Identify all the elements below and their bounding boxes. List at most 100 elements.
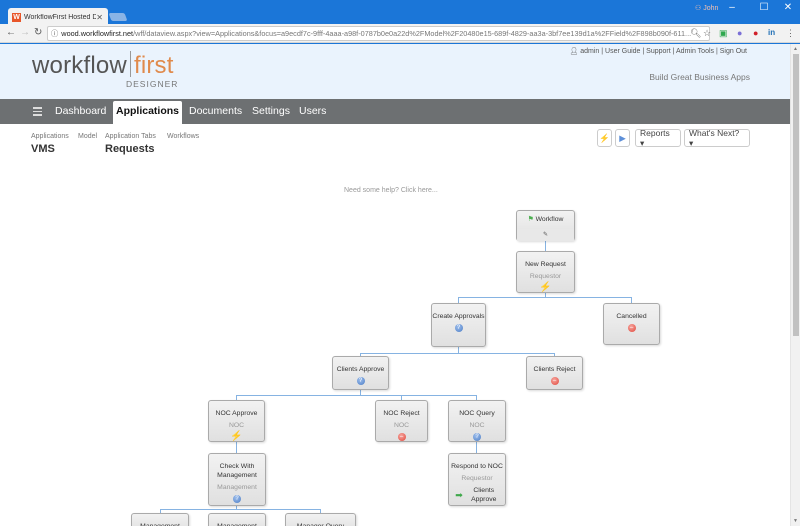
vertical-scrollbar[interactable]: ▲ ▼ [790, 44, 800, 526]
workflow-node[interactable]: NOC Query NOC? [448, 400, 506, 442]
crumb-model[interactable]: Model [78, 133, 97, 140]
scroll-thumb[interactable] [793, 54, 799, 336]
node-title: Manager Query [286, 522, 355, 526]
node-title: Management [132, 522, 188, 526]
node-title: Clients Approve [336, 366, 385, 373]
workflow-node[interactable]: ⚑ Workflow ✎ [516, 210, 575, 241]
node-role: Management [217, 484, 257, 491]
menu-kebab-icon[interactable]: ⋮ [786, 28, 795, 39]
node-title: NOC Approve [215, 410, 258, 417]
close-window-button[interactable]: ✕ [776, 2, 800, 13]
goto-arrow-icon: ➡ [455, 489, 463, 500]
record-extension-icon[interactable]: ● [753, 28, 758, 38]
linkedin-icon[interactable]: in [768, 28, 775, 37]
stop-icon: – [627, 324, 636, 332]
connector-line [236, 395, 476, 396]
flag-icon: ⚑ [527, 216, 536, 223]
page: workflow first DESIGNER 👤︎ admin | User G… [0, 44, 790, 526]
question-icon: ? [473, 433, 481, 441]
workflow-node[interactable]: NOC Reject NOC – [375, 400, 428, 442]
nav-applications[interactable]: Applications [113, 101, 183, 124]
play-icon: ▶ [619, 132, 626, 143]
logo[interactable]: workflow first [32, 51, 174, 80]
zoom-icon[interactable]: 🔍︎ [690, 28, 701, 39]
stop-icon: – [550, 377, 559, 385]
tagline: Build Great Business Apps [649, 72, 750, 82]
connector-line [360, 353, 555, 354]
reload-icon[interactable]: ↻ [34, 27, 42, 38]
back-arrow-icon[interactable]: ← [6, 27, 16, 38]
crumb-workflows[interactable]: Workflows [167, 133, 199, 140]
support-link[interactable]: Support [646, 48, 671, 55]
new-tab-button[interactable] [108, 13, 128, 21]
workflow-node[interactable]: Check With Management Management? [208, 453, 266, 506]
workflow-node[interactable]: Management [208, 513, 266, 526]
top-links: 👤︎ admin | User Guide | Support | Admin … [569, 48, 747, 55]
workflow-node[interactable]: Clients Reject – [526, 356, 583, 390]
add-workflow-button[interactable]: ⚡ [597, 129, 612, 147]
workflow-node[interactable]: Create Approvals? [431, 303, 486, 347]
user-icon: 👤︎ [569, 48, 579, 55]
admin-tools-link[interactable]: Admin Tools [676, 48, 714, 55]
crumb-applications[interactable]: Applications [31, 133, 69, 140]
node-title: New Request [525, 261, 566, 268]
info-icon[interactable]: ⓘ [51, 29, 58, 38]
logo-subtitle: DESIGNER [126, 79, 179, 89]
goto-row: ➡ Clients Approve [449, 486, 505, 504]
scroll-up-icon[interactable]: ▲ [793, 46, 798, 52]
profile-user[interactable]: ⚇ John [695, 4, 718, 12]
title-bar: W WorkflowFirst Hosted De ✕ ⚇ John – ☐ ✕ [0, 0, 800, 26]
node-role: Requestor [529, 273, 562, 280]
workflow-node[interactable]: Cancelled – [603, 303, 660, 345]
nav-documents[interactable]: Documents [189, 99, 242, 124]
lightning-add-icon: ⚡ [599, 132, 610, 143]
workflow-node[interactable]: Respond to NOC Requestor ➡ Clients Approve [448, 453, 506, 506]
node-title: Clients Reject [533, 366, 576, 373]
close-tab-icon[interactable]: ✕ [96, 13, 103, 22]
user-icon: ⚇ [695, 5, 704, 12]
nav-users[interactable]: Users [299, 99, 326, 124]
edit-icon: ✎ [517, 229, 574, 241]
workflowfirst-favicon-icon: W [12, 12, 21, 22]
workflow-node[interactable]: New Request Requestor ⚡ [516, 251, 575, 293]
node-title: Cancelled [616, 313, 647, 320]
crumb-application-tabs[interactable]: Application Tabs [105, 133, 156, 140]
scroll-down-icon[interactable]: ▼ [793, 518, 798, 524]
node-title: NOC Reject [383, 410, 420, 417]
question-icon: ? [233, 495, 241, 503]
node-role: Requestor [461, 475, 493, 482]
node-title: Create Approvals [432, 313, 485, 320]
whats-next-dropdown[interactable]: What's Next? ▾ [684, 128, 750, 148]
forward-arrow-icon[interactable]: → [20, 27, 30, 38]
browser-window: W WorkflowFirst Hosted De ✕ ⚇ John – ☐ ✕… [0, 0, 800, 526]
tab-title-heading: Requests [105, 143, 155, 155]
nav-settings[interactable]: Settings [252, 99, 290, 124]
site-header: workflow first DESIGNER 👤︎ admin | User G… [0, 44, 790, 99]
node-role: NOC [469, 422, 485, 429]
nav-dashboard[interactable]: Dashboard [55, 99, 106, 124]
stop-icon: – [397, 433, 406, 441]
workflow-node[interactable]: Manager Query [285, 513, 356, 526]
main-nav: Dashboard Applications Documents Setting… [0, 99, 790, 124]
admin-link[interactable]: admin [580, 48, 599, 55]
play-button[interactable]: ▶ [615, 129, 630, 147]
workflow-node[interactable]: Clients Approve? [332, 356, 389, 390]
sign-out-link[interactable]: Sign Out [720, 48, 747, 55]
help-link[interactable]: Need some help? Click here... [344, 187, 438, 194]
node-title: ⚑ Workflow [527, 216, 564, 223]
tv-extension-icon[interactable]: ▣ [719, 28, 728, 39]
node-title: Check With Management [217, 463, 257, 479]
node-role: NOC [228, 422, 245, 429]
minimize-button[interactable]: – [720, 2, 744, 13]
workflow-node[interactable]: NOC Approve NOC ⚡ [208, 400, 265, 442]
user-guide-link[interactable]: User Guide [605, 48, 640, 55]
bookmark-star-icon[interactable]: ☆ [703, 28, 711, 39]
connector-line [545, 241, 546, 251]
address-bar[interactable]: ⓘ wood.workflowfirst.net/wff/dataview.asp… [47, 26, 710, 41]
hamburger-menu-icon[interactable] [33, 107, 42, 118]
workflow-node[interactable]: Management [131, 513, 189, 526]
goto-target: Clients Approve [471, 487, 497, 503]
maximize-button[interactable]: ☐ [752, 2, 776, 13]
extension-circle-icon[interactable]: ● [737, 28, 742, 38]
reports-dropdown[interactable]: Reports ▾ [635, 128, 681, 148]
